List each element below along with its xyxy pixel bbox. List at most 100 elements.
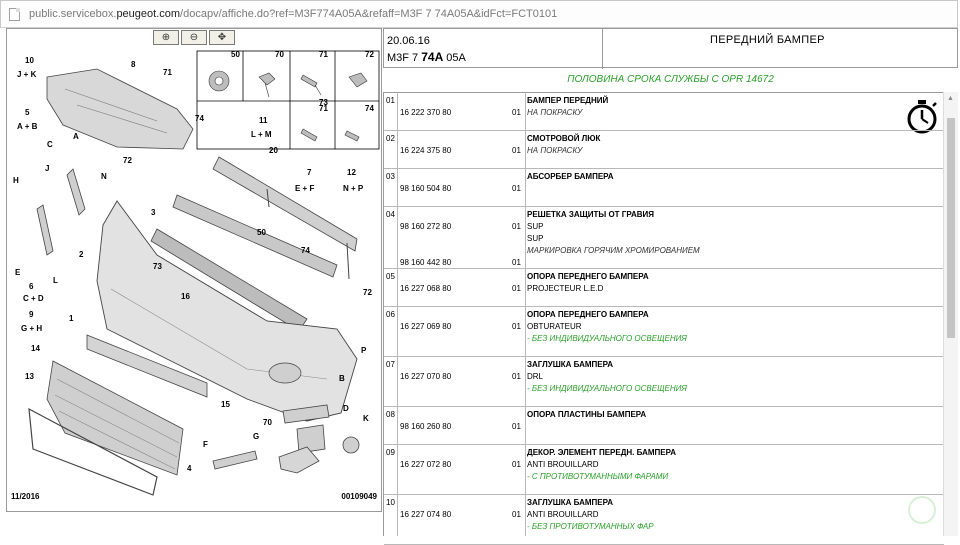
part-quantity: 01 (512, 108, 521, 117)
part-note: PROJECTEUR L.E.D (527, 284, 604, 293)
svg-text:N + P: N + P (343, 184, 364, 193)
table-row[interactable]: 10 16 227 074 80 01 ЗАГЛУШКА БАМПЕРА ANTI BR… (384, 494, 944, 545)
part-quantity: 01 (512, 222, 521, 231)
part-quantity: 01 (512, 422, 521, 431)
part-name: СМОТРОВОЙ ЛЮК (527, 134, 601, 143)
svg-text:12: 12 (347, 168, 356, 177)
table-row[interactable]: 08 98 160 260 80 01 ОПОРА ПЛАСТИНЫ БАМПЕРА (384, 406, 944, 445)
part-note: НА ПОКРАСКУ (527, 108, 583, 117)
part-note: ANTI BROUILLARD (527, 510, 599, 519)
row-number: 10 (386, 498, 395, 507)
svg-text:C + D: C + D (23, 294, 44, 303)
table-row[interactable]: 01 16 222 370 80 01 БАМПЕР ПЕРЕДНИЙ НА ПОКРА… (384, 92, 944, 131)
address-bar[interactable]: public.servicebox.peugeot.com/docapv/aff… (0, 0, 958, 28)
part-name: РЕШЕТКА ЗАЩИТЫ ОТ ГРАВИЯ (527, 210, 655, 219)
svg-text:74: 74 (365, 104, 374, 113)
svg-text:B: B (339, 374, 345, 383)
table-row[interactable]: 02 16 224 375 80 01 СМОТРОВОЙ ЛЮК НА ПОКРАСК… (384, 130, 944, 169)
part-name: ОПОРА ПЕРЕДНЕГО БАМПЕРА (527, 310, 649, 319)
svg-text:20: 20 (269, 146, 278, 155)
part-reference[interactable]: 16 227 069 80 (400, 322, 451, 331)
svg-text:73: 73 (153, 262, 162, 271)
zoom-fit-icon[interactable]: ✥ (209, 30, 235, 45)
svg-text:16: 16 (181, 292, 190, 301)
part-quantity: 01 (512, 184, 521, 193)
screw-73-icon (300, 128, 318, 142)
part-quantity: 01 (512, 258, 521, 267)
page-icon (9, 8, 20, 21)
svg-text:72: 72 (363, 288, 372, 297)
bumper-beam-part (212, 156, 358, 252)
svg-text:N: N (101, 172, 107, 181)
zoom-in-icon[interactable]: ⊕ (153, 30, 179, 45)
parts-table: 01 16 222 370 80 01 БАМПЕР ПЕРЕДНИЙ НА ПОКРА… (383, 92, 944, 545)
table-row[interactable]: 06 16 227 069 80 01 ОПОРА ПЕРЕДНЕГО БАМПЕРА… (384, 306, 944, 357)
svg-text:3: 3 (151, 208, 156, 217)
part-reference[interactable]: 98 160 260 80 (400, 422, 451, 431)
decor-strip-part (212, 450, 258, 470)
part-name: АБСОРБЕР БАМПЕРА (527, 172, 614, 181)
svg-text:74: 74 (195, 114, 204, 123)
part-reference[interactable]: 98 160 504 80 (400, 184, 451, 193)
part-note: МАРКИРОВКА ГОРЯЧИМ ХРОМИРОВАНИЕМ (527, 246, 700, 255)
scrollbar[interactable]: ▲ (943, 92, 958, 536)
clip-70-icon (258, 72, 276, 98)
table-row[interactable]: 03 98 160 504 80 01 АБСОРБЕР БАМПЕРА (384, 168, 944, 207)
svg-text:J: J (45, 164, 49, 173)
upper-beam-part (46, 68, 194, 150)
screw-74-icon (344, 130, 360, 142)
part-note: - БЕЗ ПРОТИВОТУМАННЫХ ФАР (527, 522, 654, 531)
header-meta: 20.06.16 M3F 7 74A 05A (387, 33, 466, 66)
scroll-thumb[interactable] (947, 118, 955, 338)
url-text[interactable]: public.servicebox.peugeot.com/docapv/aff… (29, 8, 557, 20)
row-number: 07 (386, 360, 395, 369)
part-note: НА ПОКРАСКУ (527, 146, 583, 155)
diagram-panel: 10 J + K 8 71 5A + B 74 50 70 71 72 71 73 74 11… (6, 28, 382, 512)
part-reference[interactable]: 16 227 072 80 (400, 460, 451, 469)
svg-text:70: 70 (275, 50, 284, 59)
fog-plug-part (342, 436, 360, 454)
part-reference[interactable]: 16 224 375 80 (400, 146, 451, 155)
part-quantity: 01 (512, 322, 521, 331)
row-number: 09 (386, 448, 395, 457)
row-number: 04 (386, 210, 395, 219)
part-note: - С ПРОТИВОТУМАННЫМИ ФАРАМИ (527, 472, 669, 481)
part-reference[interactable]: 16 222 370 80 (400, 108, 451, 117)
parts-header: 20.06.16 M3F 7 74A 05A ПЕРЕДНИЙ БАМПЕР (383, 28, 958, 69)
svg-text:72: 72 (123, 156, 132, 165)
part-reference[interactable]: 16 227 074 80 (400, 510, 451, 519)
svg-text:G + H: G + H (21, 324, 42, 333)
svg-text:L: L (53, 276, 58, 285)
screw-71-icon (300, 74, 322, 96)
bumper-exploded-diagram: 10J + K 871 5A + B 74 50 70 71 72 717374 11… (13, 50, 380, 496)
part-reference[interactable]: 98 160 442 80 (400, 258, 451, 267)
table-row[interactable]: 09 16 227 072 80 01 ДЕКОР. ЭЛЕМЕНТ ПЕРЕДН. … (384, 444, 944, 495)
svg-text:71: 71 (163, 68, 172, 77)
svg-text:70: 70 (263, 418, 272, 427)
part-quantity: 01 (512, 146, 521, 155)
svg-text:H: H (13, 176, 19, 185)
part-reference[interactable]: 16 227 068 80 (400, 284, 451, 293)
row-number: 05 (386, 272, 395, 281)
header-code: M3F 7 74A 05A (387, 50, 466, 64)
part-name: ЗАГЛУШКА БАМПЕРА (527, 360, 614, 369)
part-note: - БЕЗ ИНДИВИДУАЛЬНОГО ОСВЕЩЕНИЯ (527, 334, 687, 343)
part-name: ОПОРА ПЛАСТИНЫ БАМПЕРА (527, 410, 647, 419)
part-note: - БЕЗ ИНДИВИДУАЛЬНОГО ОСВЕЩЕНИЯ (527, 384, 687, 393)
part-note: OBTURATEUR (527, 322, 582, 331)
part-reference[interactable]: 16 227 070 80 (400, 372, 451, 381)
table-row[interactable]: 07 16 227 070 80 01 ЗАГЛУШКА БАМПЕРА DRL - БЕ… (384, 356, 944, 407)
zoom-out-icon[interactable]: ⊖ (181, 30, 207, 45)
svg-text:15: 15 (221, 400, 230, 409)
zoom-toolbar: ⊕ ⊖ ✥ (153, 30, 235, 46)
scroll-up-icon[interactable]: ▲ (947, 95, 954, 102)
svg-text:50: 50 (257, 228, 266, 237)
svg-text:L + M: L + M (251, 130, 272, 139)
part-reference[interactable]: 98 160 272 80 (400, 222, 451, 231)
table-row[interactable]: 04 98 160 272 80 01 98 160 442 80 01 РЕШЕТКА … (384, 206, 944, 269)
table-row[interactable]: 05 16 227 068 80 01 ОПОРА ПЕРЕДНЕГО БАМПЕРА… (384, 268, 944, 307)
page-title: ПЕРЕДНИЙ БАМПЕР (710, 34, 825, 46)
row-number: 03 (386, 172, 395, 181)
svg-text:5: 5 (25, 108, 30, 117)
part-quantity: 01 (512, 510, 521, 519)
